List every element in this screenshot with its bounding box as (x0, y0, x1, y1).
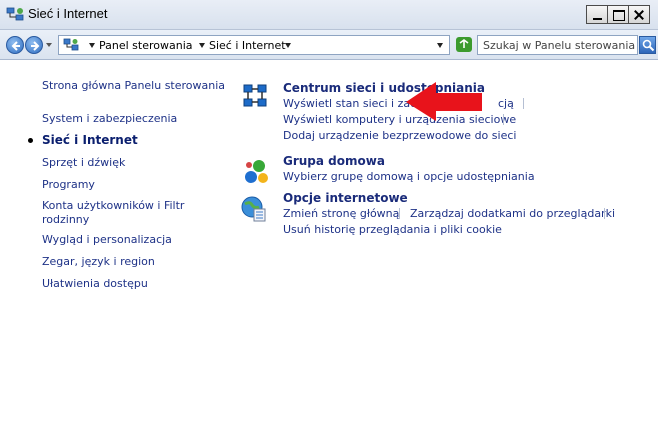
arrow-right-icon (31, 41, 40, 51)
homegroup-icon (245, 160, 268, 183)
sidebar-item-hardware-sound[interactable]: Sprzęt i dźwięk (42, 156, 125, 169)
network-icon (63, 38, 79, 51)
network-icon (6, 7, 24, 21)
sidebar-item-programs[interactable]: Programy (42, 178, 95, 191)
sidebar-item-clock-language-region[interactable]: Zegar, język i region (42, 255, 155, 268)
network-task-link-partial[interactable]: cją (498, 97, 514, 110)
chevron-down-icon[interactable] (89, 43, 95, 48)
close-button[interactable] (628, 5, 650, 24)
homegroup-link[interactable]: Grupa domowa (283, 154, 385, 168)
breadcrumb-control-panel[interactable]: Panel sterowania (99, 39, 193, 52)
sidebar-item-network-internet[interactable]: Sieć i Internet (42, 133, 138, 147)
forward-button[interactable] (25, 36, 43, 54)
change-homepage-link[interactable]: Zmień stronę główną (283, 207, 399, 220)
recent-pages-dropdown[interactable] (46, 43, 52, 47)
breadcrumb-network-internet[interactable]: Sieć i Internet (209, 39, 286, 52)
sidebar-item-appearance[interactable]: Wygląd i personalizacja (42, 233, 172, 246)
navigation-bar: Panel sterowania Sieć i Internet (0, 30, 658, 60)
separator (523, 98, 524, 109)
refresh-icon (459, 39, 469, 48)
arrow-left-icon (11, 41, 20, 51)
separator (399, 208, 400, 219)
separator (503, 114, 504, 125)
address-bar[interactable]: Panel sterowania Sieć i Internet (58, 35, 450, 55)
sidebar-item-system-security[interactable]: System i zabezpieczenia (42, 112, 177, 125)
address-dropdown-button[interactable] (437, 43, 443, 48)
title-bar: Sieć i Internet (0, 0, 658, 30)
search-field[interactable] (477, 35, 639, 55)
chevron-down-icon[interactable] (199, 43, 205, 48)
window-title: Sieć i Internet (28, 6, 108, 21)
delete-browsing-history-link[interactable]: Usuń historię przeglądania i pliki cooki… (283, 223, 502, 236)
internet-options-link[interactable]: Opcje internetowe (283, 191, 408, 205)
chevron-down-icon[interactable] (285, 43, 291, 48)
search-input[interactable] (478, 36, 639, 54)
manage-addons-link[interactable]: Zarządzaj dodatkami do przeglądarki (410, 207, 615, 220)
refresh-button[interactable] (456, 37, 472, 52)
internet-options-icon (241, 196, 266, 222)
sidebar-item-user-accounts[interactable]: Konta użytkowników i Filtr rodzinny (42, 199, 192, 227)
window-controls (586, 5, 650, 24)
sidebar-item-ease-of-access[interactable]: Ułatwienia dostępu (42, 277, 148, 290)
red-arrow-annotation (406, 82, 482, 121)
back-button[interactable] (6, 36, 24, 54)
selected-bullet-icon (28, 138, 33, 143)
sidebar: Strona główna Panelu sterowania System i… (0, 61, 230, 447)
separator (604, 208, 605, 219)
network-sharing-center-icon (243, 84, 267, 107)
maximize-button[interactable] (607, 5, 629, 24)
sidebar-item-control-panel-home[interactable]: Strona główna Panelu sterowania (42, 79, 225, 92)
choose-homegroup-options-link[interactable]: Wybierz grupę domową i opcje udostępnian… (283, 170, 535, 183)
search-icon (642, 39, 655, 52)
add-wireless-device-link[interactable]: Dodaj urządzenie bezprzewodowe do sieci (283, 129, 516, 142)
content-area: Strona główna Panelu sterowania System i… (0, 61, 658, 447)
minimize-button[interactable] (586, 5, 608, 24)
search-button[interactable] (639, 36, 656, 54)
